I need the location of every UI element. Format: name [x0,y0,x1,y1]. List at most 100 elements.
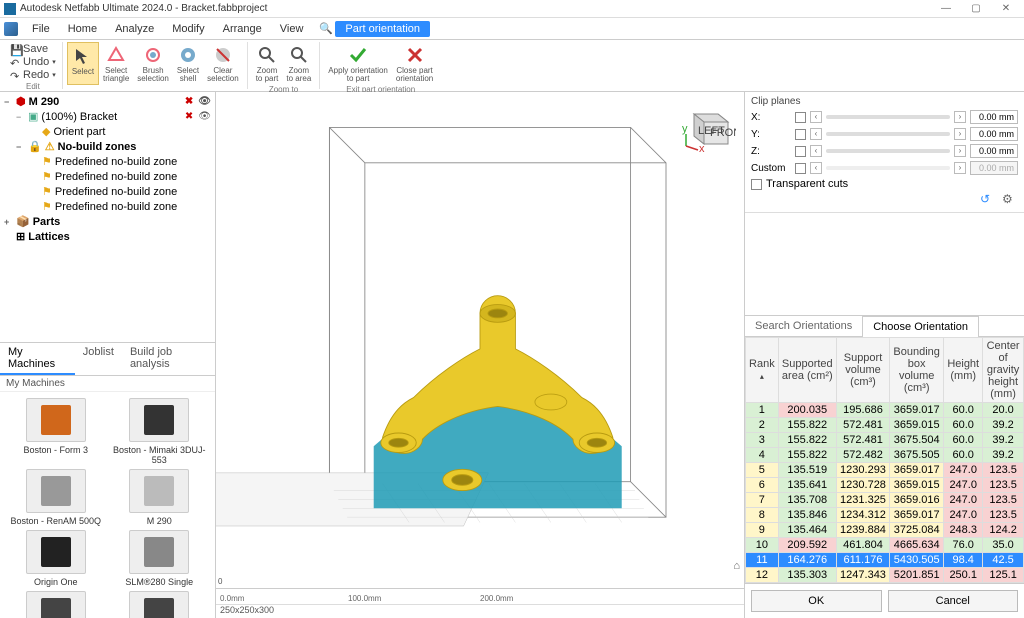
clip-value-input[interactable]: 0.00 mm [970,144,1018,158]
orient-row[interactable]: 11164.276611.1765430.50598.442.5 [746,553,1024,568]
visibility-icon[interactable]: 👁 [198,96,211,107]
machine-item[interactable]: Boston - Mimaki 3DUJ-553 [110,398,210,465]
menu-home[interactable]: Home [60,21,105,37]
clip-custom-checkbox[interactable] [795,163,806,174]
tab-build-job-analysis[interactable]: Build job analysis [122,343,215,375]
view-cube[interactable]: LEFT FRONT y x [680,98,736,154]
menu-file[interactable]: File [24,21,58,37]
tree-orient-part[interactable]: ◆Orient part [2,124,213,139]
settings-icon[interactable]: ⚙ [1002,192,1018,208]
orient-row[interactable]: 3155.822572.4813675.50460.039.2 [746,433,1024,448]
machine-item[interactable]: SLM®280 Single [110,530,210,587]
orient-row[interactable]: 6135.6411230.7283659.015247.0123.5 [746,478,1024,493]
ribbon-close-part-orientation[interactable]: Close part orientation [392,42,437,85]
machine-item[interactable]: Origin One [6,530,106,587]
orient-col-header[interactable]: Support volume (cm³) [836,337,889,402]
visibility-icon[interactable]: 👁 [198,111,211,122]
tree-nobuild-item[interactable]: ⚑Predefined no-build zone [2,154,213,169]
cancel-button[interactable]: Cancel [888,590,1019,612]
orient-row[interactable]: 1200.035195.6863659.01760.020.0 [746,403,1024,418]
clip-value-input[interactable]: 0.00 mm [970,127,1018,141]
delete-icon[interactable]: ✖ [185,96,193,107]
menu-arrange[interactable]: Arrange [215,21,270,37]
ribbon-select-triangle[interactable]: Select triangle [99,42,133,85]
redo-button[interactable]: ↷Redo▾ [10,69,56,81]
select-icon [177,44,199,66]
machines-header: My Machines [0,376,215,392]
chevron-left-icon[interactable]: ‹ [810,128,822,140]
tree-lattices[interactable]: ⊞Lattices [2,229,213,244]
tree-machine[interactable]: −⬢M 290 ✖👁 [2,94,213,109]
chevron-left-icon[interactable]: ‹ [810,111,822,123]
transparent-cuts-checkbox[interactable] [751,179,762,190]
orient-row[interactable]: 4155.822572.4823675.50560.039.2 [746,448,1024,463]
clip-axis-checkbox[interactable] [795,129,806,140]
orient-row[interactable]: 5135.5191230.2933659.017247.0123.5 [746,463,1024,478]
orient-col-header[interactable]: Rank ▴ [746,337,779,402]
chevron-right-icon[interactable]: › [954,111,966,123]
chevron-left-icon[interactable]: ‹ [810,145,822,157]
close-button[interactable]: ✕ [992,1,1020,17]
delete-icon[interactable]: ✖ [185,111,193,122]
ribbon-select[interactable]: Select [67,42,99,85]
ribbon-clear-selection[interactable]: Clear selection [203,42,243,85]
machine-label: Origin One [34,577,78,587]
ok-button[interactable]: OK [751,590,882,612]
chevron-left-icon[interactable]: ‹ [810,162,822,174]
clip-axis-checkbox[interactable] [795,146,806,157]
view-home-icon[interactable]: ⌂ [733,560,740,572]
clip-slider[interactable] [826,132,950,136]
reset-icon[interactable]: ↺ [980,192,996,208]
viewport[interactable]: LEFT FRONT y x ⌂ 0 0.0mm 100.0mm 200.0mm… [216,92,744,618]
machine-item[interactable]: Boston - RenAM 500Q [6,469,106,526]
ribbon-zoom-to-area[interactable]: Zoom to area [282,42,315,85]
orient-col-header[interactable]: Supported area (cm²) [778,337,836,402]
menu-analyze[interactable]: Analyze [107,21,162,37]
orientation-table[interactable]: Rank ▴Supported area (cm²)Support volume… [745,337,1024,583]
save-button[interactable]: 💾Save [10,43,56,55]
tab-my-machines[interactable]: My Machines [0,343,75,375]
machine-item[interactable]: Toronto - MJF 580 [6,591,106,618]
context-tab-part-orientation[interactable]: Part orientation [335,21,430,37]
machine-item[interactable]: Boston - Form 3 [6,398,106,465]
clip-value-input[interactable]: 0.00 mm [970,110,1018,124]
orient-row[interactable]: 2155.822572.4813659.01560.039.2 [746,418,1024,433]
tree-parts[interactable]: +📦Parts [2,214,213,229]
chevron-right-icon[interactable]: › [954,128,966,140]
tree-part[interactable]: −▣(100%) Bracket ✖👁 [2,109,213,124]
ribbon-select-shell[interactable]: Select shell [173,42,203,85]
orient-col-header[interactable]: Center of gravity height (mm) [983,337,1024,402]
minimize-button[interactable]: — [932,1,960,17]
menu-search-icon[interactable]: 🔍 [319,22,333,36]
orient-row[interactable]: 12135.3031247.3435201.851250.1125.1 [746,568,1024,583]
machine-item[interactable]: M 290 [110,469,210,526]
ribbon-apply-orientation-to-part[interactable]: Apply orientation to part [324,42,392,85]
undo-button[interactable]: ↶Undo▾ [10,56,56,68]
app-icon [4,3,16,15]
clip-slider[interactable] [826,115,950,119]
tree-nobuild-item[interactable]: ⚑Predefined no-build zone [2,199,213,214]
tab-choose-orientation[interactable]: Choose Orientation [862,316,979,337]
orient-row[interactable]: 8135.8461234.3123659.017247.0123.5 [746,508,1024,523]
machine-item[interactable]: UK - MJF 580 [110,591,210,618]
orient-row[interactable]: 9135.4641239.8843725.084248.3124.2 [746,523,1024,538]
svg-text:x: x [699,143,705,154]
chevron-right-icon[interactable]: › [954,162,966,174]
tree-nobuild-item[interactable]: ⚑Predefined no-build zone [2,169,213,184]
tab-search-orientations[interactable]: Search Orientations [745,316,862,336]
clip-axis-checkbox[interactable] [795,112,806,123]
orient-col-header[interactable]: Bounding box volume (cm³) [890,337,944,402]
ribbon-brush-selection[interactable]: Brush selection [133,42,173,85]
tree-nobuild-item[interactable]: ⚑Predefined no-build zone [2,184,213,199]
maximize-button[interactable]: ▢ [962,1,990,17]
tab-joblist[interactable]: Joblist [75,343,122,375]
orient-row[interactable]: 7135.7081231.3253659.016247.0123.5 [746,493,1024,508]
ribbon-zoom-to-part[interactable]: Zoom to part [252,42,283,85]
chevron-right-icon[interactable]: › [954,145,966,157]
clip-slider[interactable] [826,149,950,153]
orient-row[interactable]: 10209.592461.8044665.63476.035.0 [746,538,1024,553]
tree-nobuild-header[interactable]: −🔒⚠No-build zones [2,139,213,154]
menu-view[interactable]: View [272,21,312,37]
menu-modify[interactable]: Modify [164,21,212,37]
orient-col-header[interactable]: Height (mm) [944,337,983,402]
